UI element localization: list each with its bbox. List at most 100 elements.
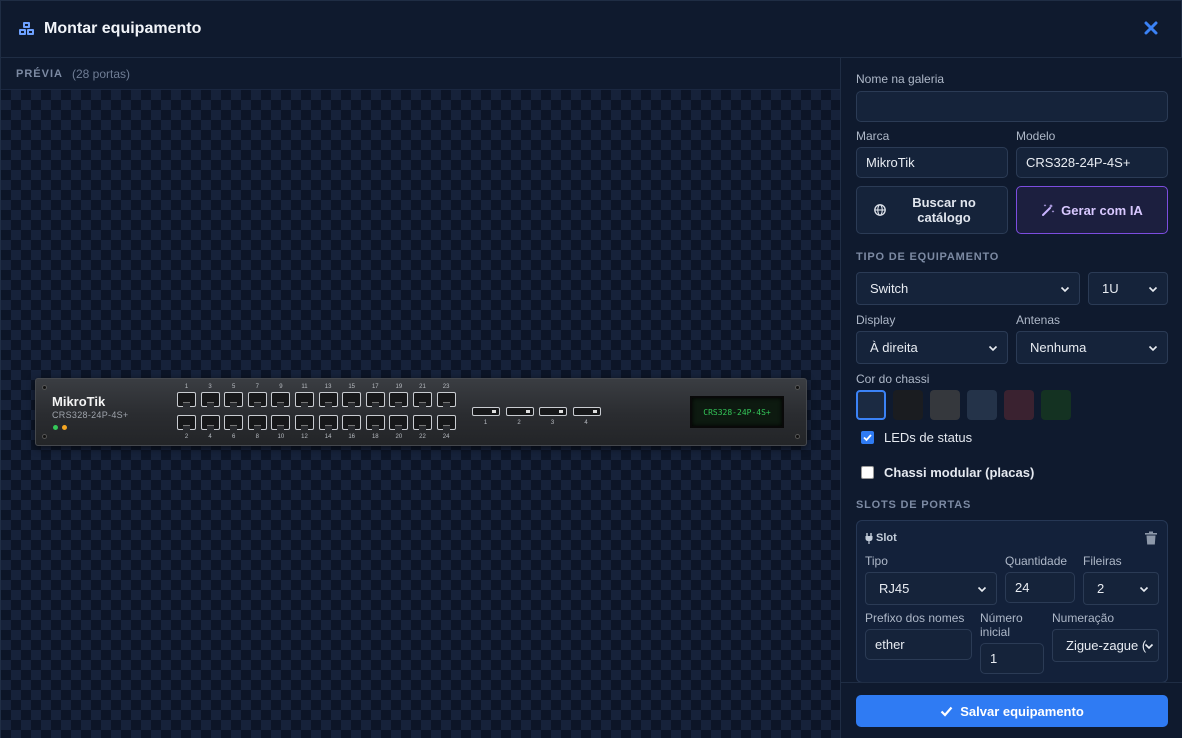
rows-label: Fileiras [1083, 554, 1122, 568]
display-text: CRS328-24P-4S+ [703, 407, 771, 417]
trash-icon[interactable] [1144, 531, 1158, 545]
port-number: 7 [255, 384, 259, 390]
equipment-type-heading: TIPO DE EQUIPAMENTO [856, 251, 1000, 263]
rj45-port [295, 392, 314, 407]
numbering-value: Zigue-zague ( [1066, 638, 1147, 653]
rj45-port [200, 415, 220, 430]
modular-chassis-checkbox[interactable] [861, 466, 874, 479]
port-number: 19 [395, 384, 403, 390]
equipment-type-select[interactable]: Switch [856, 272, 1080, 305]
quantity-label: Quantidade [1005, 554, 1068, 568]
check-icon [940, 706, 953, 717]
screw [795, 434, 800, 439]
preview-panel: PRÉVIA (28 portas) MikroTik CRS328-24P-4… [1, 58, 841, 738]
quantity-input[interactable]: 24 [1005, 572, 1075, 603]
status-led [62, 425, 67, 430]
antennas-select[interactable]: Nenhuma [1016, 331, 1168, 364]
preview-header: PRÉVIA (28 portas) [1, 58, 840, 90]
screw [42, 434, 47, 439]
model-input[interactable]: CRS328-24P-4S+ [1016, 147, 1168, 178]
rj45-port [271, 415, 291, 430]
port-number: 4 [208, 434, 212, 440]
port-number: 23 [442, 384, 450, 390]
rj45-port [389, 392, 409, 407]
slot-type-select[interactable]: RJ45 [865, 572, 997, 605]
rj45-port [365, 415, 385, 430]
chassis-color-label: Cor do chassi [856, 372, 930, 386]
status-leds-checkbox[interactable] [861, 431, 874, 444]
port-number: 10 [277, 434, 285, 440]
chassis-color-swatch[interactable] [893, 390, 923, 420]
slot-type-value: RJ45 [879, 581, 910, 596]
globe-icon [874, 204, 886, 216]
port-slot-card: Slot Tipo RJ45 Quantidade 24 Fileiras 2 … [856, 520, 1168, 683]
rj45-port [365, 392, 385, 407]
rows-select[interactable]: 2 [1083, 572, 1159, 605]
prefix-input[interactable]: ether [865, 629, 972, 660]
rj45-port [318, 392, 338, 407]
slot-title-text: Slot [876, 532, 897, 544]
form-panel: Nome na galeria Marca MikroTik Modelo CR… [841, 58, 1182, 738]
rj45-port [413, 392, 432, 407]
port-number: 24 [442, 434, 450, 440]
save-equipment-button[interactable]: Salvar equipamento [856, 695, 1168, 727]
port-number: 3 [208, 384, 212, 390]
brand-input[interactable]: MikroTik [856, 147, 1008, 178]
display-value: À direita [870, 340, 918, 355]
port-number: 15 [348, 384, 356, 390]
device-front-panel: MikroTik CRS328-24P-4S+ CRS328-24P-4S+ 1… [35, 378, 807, 446]
port-number: 1 [184, 384, 189, 390]
sfp-port [472, 407, 500, 416]
save-equipment-label: Salvar equipamento [960, 703, 1084, 719]
sfp-port [572, 407, 601, 416]
gallery-name-input[interactable] [856, 91, 1168, 122]
modal-header: Montar equipamento [1, 1, 1182, 58]
rack-units-select[interactable]: 1U [1088, 272, 1168, 305]
port-number: 21 [419, 384, 426, 390]
chevron-down-icon [1148, 286, 1158, 293]
rj45-port [224, 415, 244, 430]
generate-ai-label: Gerar com IA [1061, 202, 1143, 218]
slot-type-label: Tipo [865, 554, 888, 568]
rj45-port [247, 415, 267, 430]
chassis-color-swatch[interactable] [1041, 390, 1071, 420]
display-select[interactable]: À direita [856, 331, 1008, 364]
plug-icon [865, 532, 873, 544]
modular-chassis-label: Chassi modular (placas) [884, 465, 1035, 480]
numbering-select[interactable]: Zigue-zague ( [1052, 629, 1159, 662]
rj45-port [342, 392, 362, 407]
sfp-port [505, 407, 534, 416]
gallery-name-label: Nome na galeria [856, 72, 945, 86]
chassis-color-swatch[interactable] [967, 390, 997, 420]
chevron-down-icon [1148, 345, 1158, 352]
rj45-port [200, 392, 220, 407]
rack-units-value: 1U [1102, 281, 1119, 296]
sfp-port [539, 407, 567, 416]
status-leds-label: LEDs de status [884, 430, 973, 445]
chevron-down-icon [1060, 286, 1070, 293]
catalog-search-button[interactable]: Buscar no catálogo [856, 186, 1008, 234]
rj45-port [318, 415, 338, 430]
chassis-color-swatch[interactable] [1004, 390, 1034, 420]
port-number: 11 [301, 384, 308, 390]
port-number: 1 [483, 420, 488, 426]
port-number: 14 [324, 434, 332, 440]
port-number: 3 [550, 420, 555, 426]
modal-footer: Salvar equipamento [841, 682, 1182, 738]
chassis-color-swatch[interactable] [856, 390, 886, 420]
modal-title: Montar equipamento [44, 20, 202, 37]
rj45-port [436, 392, 456, 407]
close-icon[interactable] [1141, 18, 1161, 38]
chevron-down-icon [1139, 586, 1149, 593]
chassis-color-swatch[interactable] [930, 390, 960, 420]
generate-ai-button[interactable]: Gerar com IA [1016, 186, 1168, 234]
catalog-search-label: Buscar no catálogo [912, 195, 976, 225]
status-led [53, 425, 58, 430]
rj45-port [271, 392, 291, 407]
equipment-type-value: Switch [870, 281, 909, 296]
start-number-input[interactable]: 1 [980, 643, 1044, 674]
screw [42, 385, 47, 390]
display-label: Display [856, 313, 896, 327]
chevron-down-icon [1144, 643, 1154, 650]
magic-wand-icon [1041, 203, 1055, 217]
